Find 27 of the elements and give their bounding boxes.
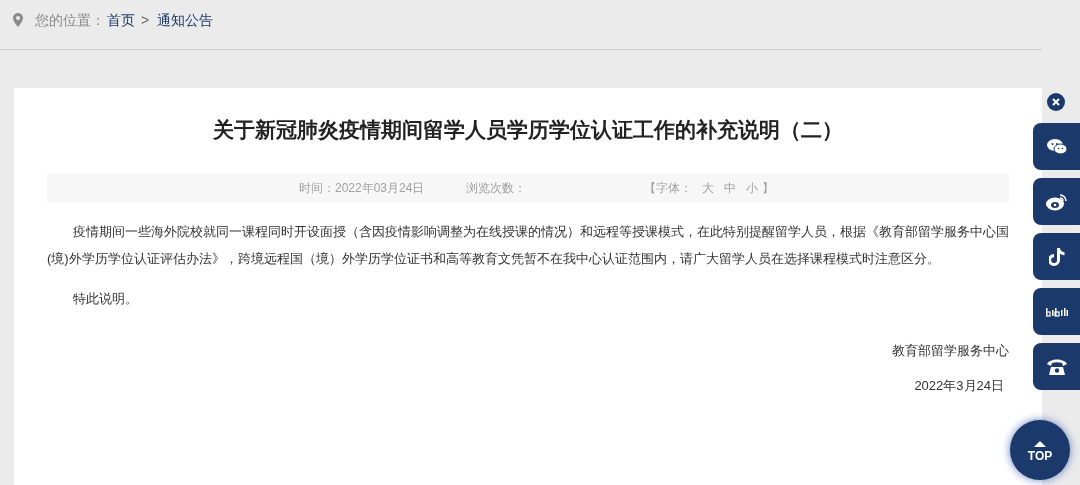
- phone-button[interactable]: [1033, 343, 1080, 390]
- publish-date: 时间：2022年03月24日: [299, 179, 425, 197]
- phone-icon: [1046, 358, 1067, 375]
- bilibili-button[interactable]: [1033, 288, 1080, 335]
- tiktok-button[interactable]: [1033, 233, 1080, 280]
- chat-bubbles-icon: [1046, 138, 1067, 155]
- signature: 教育部留学服务中心: [892, 341, 1009, 360]
- wechat-button[interactable]: [1033, 123, 1080, 170]
- close-icon[interactable]: [1047, 93, 1065, 111]
- date-text: 2022年3月24日: [914, 377, 1005, 395]
- font-size-label: 【字体：: [644, 179, 693, 197]
- paragraph: 疫情期间一些海外院校就同一课程同时开设面授（含因疫情影响调整为在线授课的情况）和远程等授课模式，在此特别提醒留学人员，根据《教育部留学服务中心国(境)外学历学位认证评估办法》，跨境远程国（境）外学历学位证书和高等教育文凭暂不在我中心认证范围内，请广大留学人员在选择课程模式时注意区分。: [47, 222, 1009, 268]
- bracket-text: 】: [762, 179, 775, 197]
- view-count-label: 浏览次数：: [466, 179, 527, 197]
- location-pin-icon: [13, 13, 23, 27]
- breadcrumb-label: 您的位置：: [35, 10, 105, 30]
- breadcrumb-separator: >: [141, 10, 150, 30]
- article-title: 关于新冠肺炎疫情期间留学人员学历学位认证工作的补充说明（二）: [213, 117, 843, 143]
- bilibili-icon: [1045, 306, 1068, 317]
- top-button[interactable]: TOP: [1010, 420, 1070, 480]
- weibo-button[interactable]: [1033, 178, 1080, 225]
- music-note-icon: [1048, 247, 1065, 266]
- up-triangle-icon: [1034, 441, 1046, 447]
- eye-signal-icon: [1045, 192, 1068, 211]
- breadcrumb-link[interactable]: 通知公告: [157, 9, 214, 31]
- paragraph: 特此说明。: [72, 289, 139, 308]
- breadcrumb-link[interactable]: 首页: [107, 9, 135, 31]
